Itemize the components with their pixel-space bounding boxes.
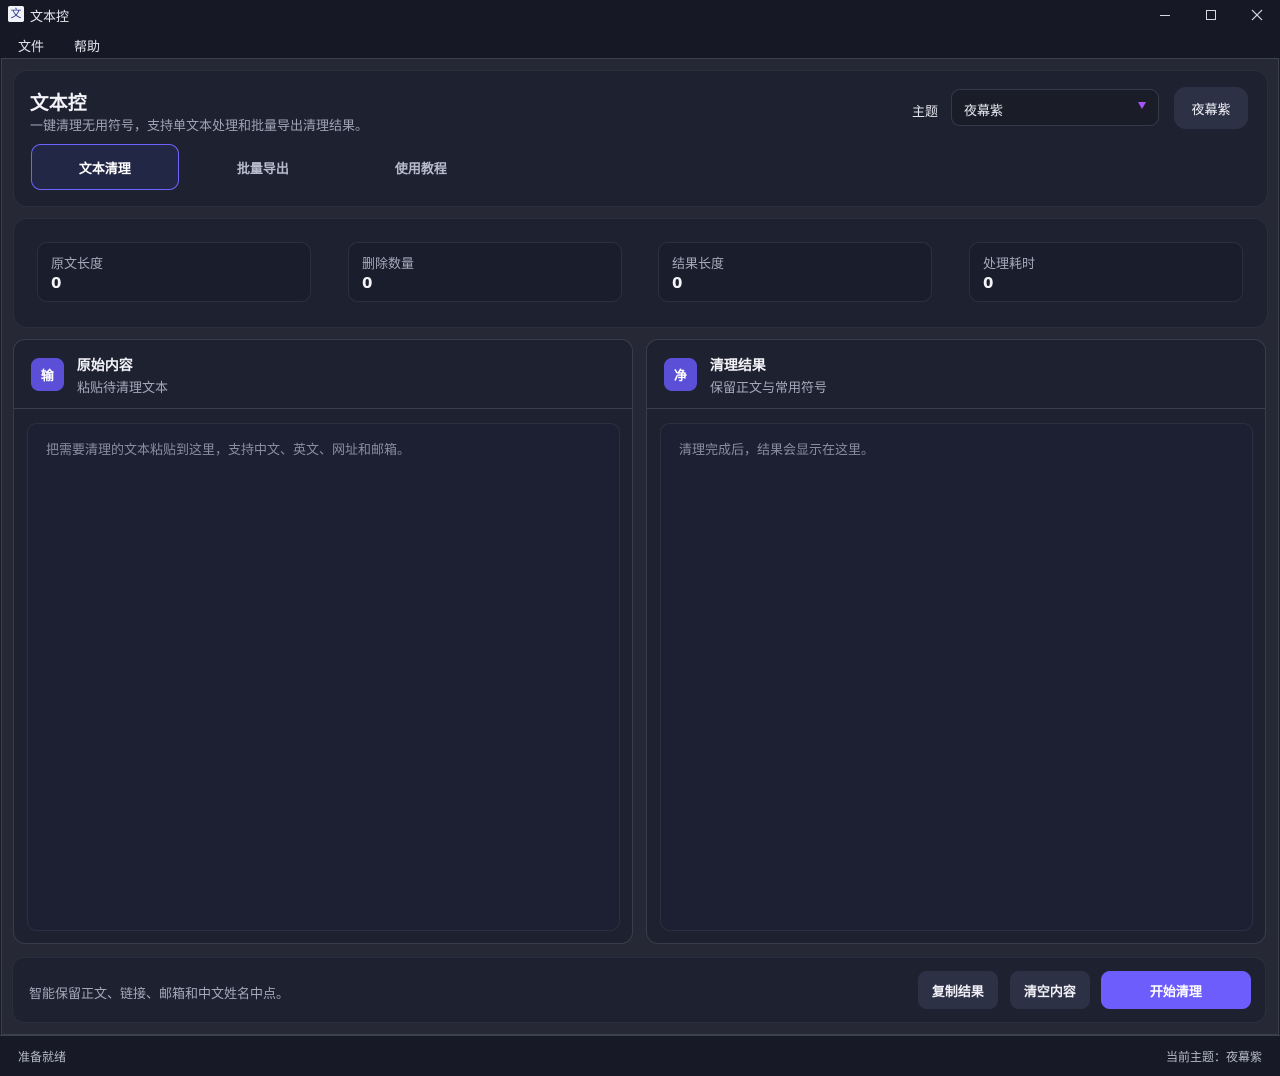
clear-content-button[interactable]: 清空内容 [1010,971,1090,1009]
output-textarea[interactable]: 清理完成后，结果会显示在这里。 [660,423,1253,931]
input-placeholder: 把需要清理的文本粘贴到这里，支持中文、英文、网址和邮箱。 [46,443,411,458]
input-panel-header: 输 原始内容 粘贴待清理文本 [14,340,632,409]
window-title: 文本控 [30,10,70,25]
output-panel-header: 净 清理结果 保留正文与常用符号 [647,340,1265,409]
input-textarea[interactable]: 把需要清理的文本粘贴到这里，支持中文、英文、网址和邮箱。 [27,423,620,931]
stat-label: 原文长度 [51,257,104,272]
output-badge: 净 [664,358,697,391]
theme-select[interactable]: 夜幕紫 [951,89,1159,126]
output-panel-subtitle: 保留正文与常用符号 [710,381,828,396]
input-panel-subtitle: 粘贴待清理文本 [77,381,169,396]
output-panel: 净 清理结果 保留正文与常用符号 清理完成后，结果会显示在这里。 [646,339,1266,944]
theme-select-value: 夜幕紫 [964,104,1004,119]
menu-file[interactable]: 文件 [18,36,44,55]
stat-result-length: 结果长度 0 [658,242,932,302]
stat-label: 删除数量 [362,257,415,272]
stat-label: 结果长度 [672,257,725,272]
footer-hint: 智能保留正文、链接、邮箱和中文姓名中点。 [29,987,290,1002]
start-clean-button[interactable]: 开始清理 [1101,971,1251,1009]
status-bar: 准备就绪 当前主题：夜幕紫 [0,1035,1280,1076]
chevron-down-icon [1138,102,1146,109]
output-panel-title: 清理结果 [710,358,766,374]
title-bar: 文 文本控 [0,0,1280,30]
theme-button[interactable]: 夜幕紫 [1174,87,1248,129]
stat-process-time: 处理耗时 0 [969,242,1243,302]
app-icon: 文 [8,6,24,22]
menu-bar: 文件 帮助 [0,30,1280,58]
output-placeholder: 清理完成后，结果会显示在这里。 [679,443,875,458]
input-panel-title: 原始内容 [77,358,133,374]
status-text: 准备就绪 [18,1050,67,1064]
current-theme-status: 当前主题：夜幕紫 [1165,1050,1262,1064]
maximize-icon[interactable] [1188,0,1234,30]
stat-deleted-count: 删除数量 0 [348,242,622,302]
tab-text-clean[interactable]: 文本清理 [31,144,179,190]
input-panel: 输 原始内容 粘贴待清理文本 把需要清理的文本粘贴到这里，支持中文、英文、网址和… [13,339,633,944]
stat-label: 处理耗时 [983,257,1036,272]
stat-value: 0 [362,274,373,292]
tab-batch-export[interactable]: 批量导出 [189,144,337,190]
page-title: 文本控 [30,92,88,114]
page-subtitle: 一键清理无用符号，支持单文本处理和批量导出清理结果。 [30,119,369,134]
stat-original-length: 原文长度 0 [37,242,311,302]
menu-help[interactable]: 帮助 [74,36,100,55]
theme-label: 主题 [912,105,939,120]
stat-value: 0 [51,274,62,292]
input-badge: 输 [31,358,64,391]
close-icon[interactable] [1234,0,1280,30]
stat-value: 0 [672,274,683,292]
minimize-icon[interactable] [1142,0,1188,30]
stat-value: 0 [983,274,994,292]
copy-result-button[interactable]: 复制结果 [918,971,998,1009]
tab-tutorial[interactable]: 使用教程 [347,144,495,190]
